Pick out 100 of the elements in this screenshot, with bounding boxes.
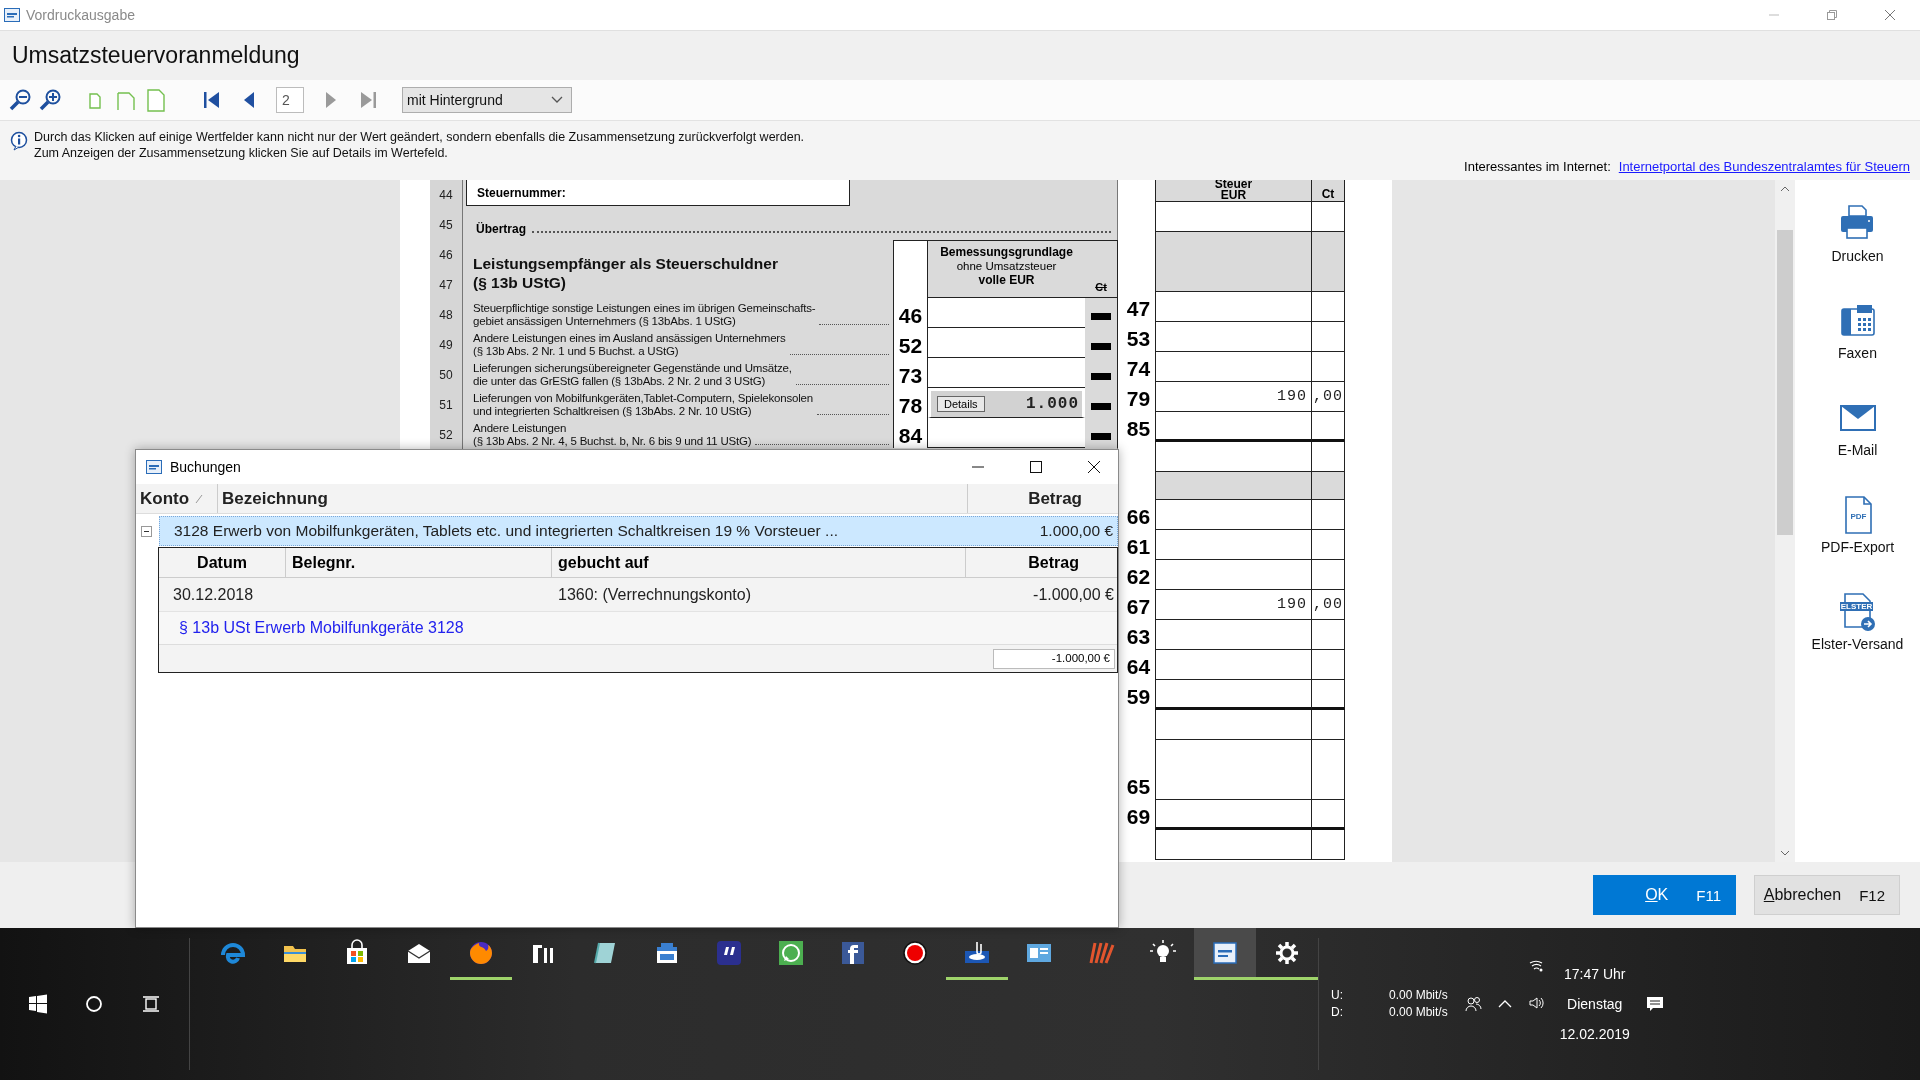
people-icon[interactable] (1463, 995, 1482, 1013)
line-number: 48 (438, 307, 454, 324)
column-header[interactable]: Betrag (968, 484, 1118, 513)
line-number: 45 (438, 217, 454, 234)
tax-amount-field[interactable] (1155, 830, 1311, 860)
amount-field[interactable]: Details 1.000 (928, 388, 1085, 418)
zoom-in-icon[interactable] (38, 88, 62, 112)
cents-field[interactable]: ,00 (1311, 382, 1345, 412)
notification-icon[interactable] (1645, 995, 1664, 1013)
view-dropdown[interactable]: mit Hintergrund (402, 87, 572, 113)
sidebar-button[interactable]: E-Mail (1837, 398, 1878, 475)
field-code: 65 (1126, 776, 1151, 800)
cents-field[interactable] (1311, 560, 1345, 590)
cents-field[interactable] (1311, 352, 1345, 382)
total-amount: -1.000,00 € (993, 648, 1115, 669)
dash-mark (1091, 372, 1111, 380)
chevron-up-icon[interactable] (1497, 999, 1512, 1009)
field-code: 59 (1126, 686, 1151, 710)
entry-text: Steuerpflichtige sonstige Leistungen eines im übrigen Gemeinschafts- gebiet ansässigen Unternehmers (§ 13bAbs. 1 UStG) (473, 302, 816, 328)
start-icon[interactable] (28, 994, 49, 1014)
amount-value: 1.000 (1026, 395, 1079, 413)
column-header[interactable]: Bezeichnung (218, 484, 968, 513)
page-number-field[interactable]: 2 (276, 87, 304, 113)
scroll-thumb[interactable] (1777, 230, 1793, 535)
amount-field[interactable] (928, 358, 1085, 388)
cents-field[interactable] (1311, 830, 1345, 860)
amount-field[interactable] (928, 418, 1085, 448)
zoom-out-icon[interactable] (8, 88, 32, 112)
tax-amount-field[interactable] (1155, 352, 1311, 382)
amount-field[interactable] (928, 328, 1085, 358)
field-code: 52 (893, 328, 928, 358)
tax-amount-field[interactable] (1155, 292, 1311, 322)
maximize-icon[interactable] (1030, 461, 1042, 473)
cents-field[interactable] (1311, 472, 1345, 500)
cents-field[interactable] (1311, 650, 1345, 680)
speaker-icon[interactable] (1527, 995, 1544, 1011)
tax-number-field[interactable]: Steuernummer: (466, 180, 850, 206)
cents-field[interactable] (1311, 800, 1345, 830)
ok-button[interactable]: OK F11 (1593, 875, 1736, 915)
sidebar-button[interactable]: Drucken (1831, 204, 1884, 281)
cents-field[interactable] (1311, 530, 1345, 560)
task-view-icon[interactable] (140, 994, 161, 1014)
section-subtitle: (§ 13b UStG) (473, 273, 567, 292)
cents-field[interactable] (1311, 412, 1345, 442)
clock-time[interactable]: 17:47 Uhr (1559, 959, 1630, 989)
sidebar-button[interactable]: Faxen (1837, 301, 1878, 378)
line-number: 44 (438, 187, 454, 204)
tax-amount-field[interactable] (1155, 232, 1311, 292)
tax-amount-field[interactable] (1155, 500, 1311, 530)
amount-field[interactable] (928, 298, 1085, 328)
sidebar-button[interactable]: PDF PDF-Export (1820, 495, 1895, 572)
vertical-scrollbar[interactable] (1775, 180, 1795, 862)
tax-amount-field[interactable] (1155, 560, 1311, 590)
column-header[interactable]: Konto (136, 484, 218, 513)
tax-amount-field[interactable] (1155, 530, 1311, 560)
tax-amount-field[interactable] (1155, 620, 1311, 650)
taskbar-app[interactable] (1194, 928, 1256, 980)
collapse-icon[interactable] (141, 525, 152, 537)
tax-amount-field[interactable] (1155, 800, 1311, 830)
dash-mark (1091, 342, 1111, 350)
details-button[interactable]: Details (937, 396, 985, 412)
portal-link[interactable]: Internetportal des Bundeszentralamtes für Steuern (1618, 159, 1910, 174)
search-icon[interactable] (84, 994, 105, 1014)
cents-field[interactable] (1311, 322, 1345, 352)
cents-field[interactable] (1311, 710, 1345, 740)
restore-icon[interactable] (1826, 9, 1838, 21)
cents-field[interactable] (1311, 292, 1345, 322)
info-icon (10, 131, 28, 151)
tax-amount-field[interactable]: 190 (1155, 590, 1311, 620)
cents-field[interactable] (1311, 740, 1345, 800)
section-title: Leistungsempfänger als Steuerschuldner (473, 254, 779, 273)
tax-amount-field[interactable] (1155, 412, 1311, 442)
cents-field[interactable] (1311, 500, 1345, 530)
clock-day[interactable]: Dienstag (1559, 989, 1630, 1019)
cents-field[interactable] (1311, 620, 1345, 650)
sidebar-button[interactable]: ELSTER Elster-Versand (1811, 592, 1904, 669)
tax-amount-field[interactable] (1155, 710, 1311, 740)
tax-amount-field[interactable] (1155, 472, 1311, 500)
cents-field[interactable]: ,00 (1311, 590, 1345, 620)
column-header[interactable]: Betrag (966, 548, 1117, 577)
close-icon[interactable] (1088, 461, 1100, 473)
column-header[interactable]: Belegnr. (286, 548, 552, 577)
entry-text: Lieferungen von Mobilfunkgeräten,Tablet-Computern, Spielekonsolen und integrierten Schaltkreisen (§ 13bAbs. 2 Nr. 10 UStG) (473, 392, 813, 418)
account-row[interactable]: 3128 Erwerb von Mobilfunkgeräten, Tablets etc. und integrierten Schaltkreisen 19 % Vorsteuer ... 1.000,00 € (159, 516, 1118, 546)
booking-group-link[interactable]: § 13b USt Erwerb Mobilfunkgeräte 3128 (179, 619, 464, 637)
scroll-down-icon[interactable] (1780, 850, 1790, 856)
tax-amount-field[interactable] (1155, 680, 1311, 710)
tax-amount-field[interactable] (1155, 650, 1311, 680)
cents-field[interactable] (1311, 680, 1345, 710)
cents-field[interactable] (1311, 232, 1345, 292)
clock-date[interactable]: 12.02.2019 (1559, 1019, 1630, 1049)
cancel-button[interactable]: Abbrechen F12 (1754, 875, 1900, 915)
upload-label: U: (1331, 987, 1343, 1004)
tax-amount-field[interactable]: 190 (1155, 382, 1311, 412)
field-code: 79 (1126, 388, 1151, 412)
tax-amount-field[interactable] (1155, 322, 1311, 352)
column-header[interactable]: Datum (159, 548, 286, 577)
tax-amount-field[interactable] (1155, 740, 1311, 800)
scroll-up-icon[interactable] (1780, 186, 1790, 192)
column-header[interactable]: gebucht auf (552, 548, 966, 577)
